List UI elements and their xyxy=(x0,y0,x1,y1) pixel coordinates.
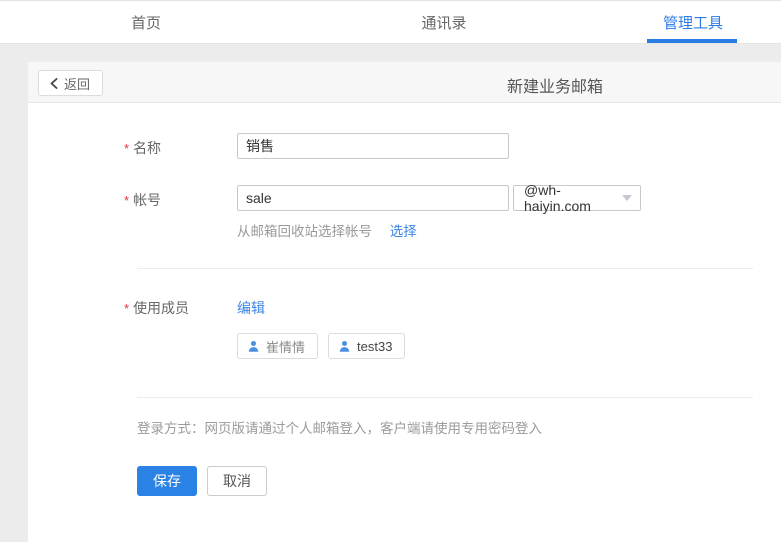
login-method-note: 登录方式：网页版请通过个人邮箱登入，客户端请使用专用密码登入 xyxy=(137,417,542,437)
domain-select[interactable]: @wh-haiyin.com xyxy=(513,185,641,211)
back-button-label: 返回 xyxy=(64,74,90,93)
tab-admin-tools[interactable]: 管理工具 xyxy=(633,1,753,44)
divider xyxy=(137,268,753,269)
account-field-label: *帐号 xyxy=(124,190,161,210)
recycle-hint-row: 从邮箱回收站选择帐号 选择 xyxy=(237,220,417,240)
panel-header: 返回 新建业务邮箱 xyxy=(28,62,781,103)
tab-contacts-label: 通讯录 xyxy=(421,12,466,33)
member-chip-label: 崔情情 xyxy=(266,337,305,356)
domain-select-value: @wh-haiyin.com xyxy=(524,182,622,214)
tab-home-label: 首页 xyxy=(131,12,161,33)
new-business-mailbox-panel: 返回 新建业务邮箱 *名称 *帐号 @wh-haiyin.com 从邮箱回收站选… xyxy=(28,62,781,542)
member-chips: 崔情情 test33 xyxy=(237,333,405,359)
form-actions: 保存 取消 xyxy=(137,466,267,496)
member-chip[interactable]: test33 xyxy=(328,333,405,359)
tab-contacts[interactable]: 通讯录 xyxy=(384,1,504,44)
caret-down-icon xyxy=(622,195,632,201)
name-field-label: *名称 xyxy=(124,138,161,158)
recycle-hint-text: 从邮箱回收站选择帐号 xyxy=(237,224,372,239)
cancel-button[interactable]: 取消 xyxy=(207,466,267,496)
chevron-left-icon xyxy=(49,78,58,89)
tab-home[interactable]: 首页 xyxy=(86,1,206,44)
person-icon xyxy=(338,340,351,353)
save-button[interactable]: 保存 xyxy=(137,466,197,496)
member-chip-label: test33 xyxy=(357,339,392,354)
required-marker: * xyxy=(124,141,129,156)
required-marker: * xyxy=(124,193,129,208)
tab-admin-tools-label: 管理工具 xyxy=(663,12,723,33)
active-tab-indicator xyxy=(647,39,737,43)
top-navigation: 首页 通讯录 管理工具 xyxy=(0,0,781,44)
back-button[interactable]: 返回 xyxy=(38,70,103,96)
members-field-label: *使用成员 xyxy=(124,298,189,318)
page-title: 新建业务邮箱 xyxy=(507,73,603,97)
required-marker: * xyxy=(124,301,129,316)
divider xyxy=(137,397,753,398)
person-icon xyxy=(247,340,260,353)
recycle-select-link[interactable]: 选择 xyxy=(390,224,417,239)
member-chip[interactable]: 崔情情 xyxy=(237,333,318,359)
name-input[interactable] xyxy=(237,133,509,159)
members-edit-link[interactable]: 编辑 xyxy=(237,298,265,318)
account-input[interactable] xyxy=(237,185,509,211)
